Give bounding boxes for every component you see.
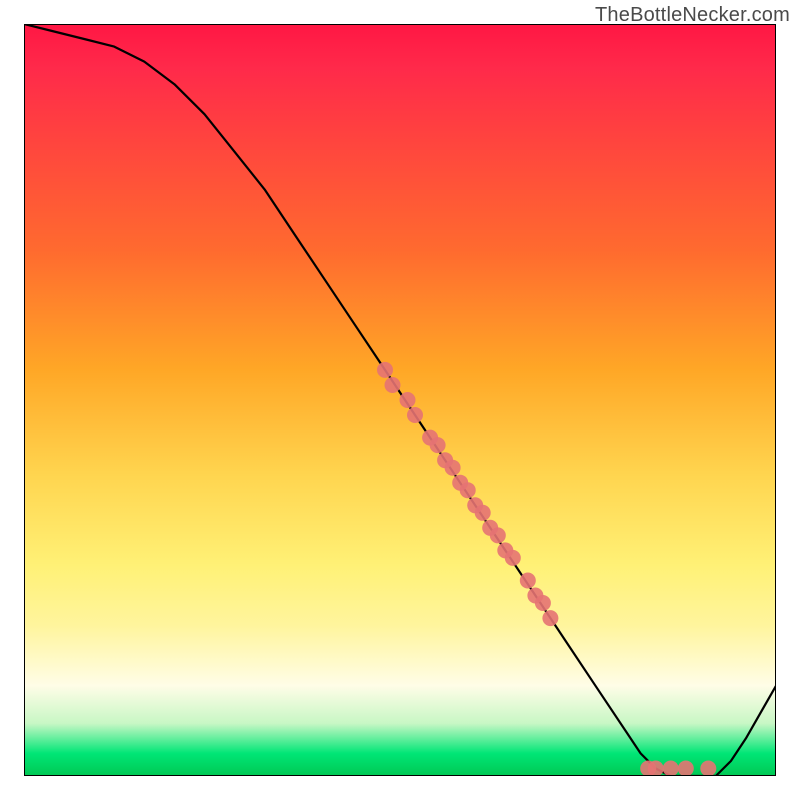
chart-stage: TheBottleNecker.com: [0, 0, 800, 800]
plot-area: [24, 24, 776, 776]
gradient-background: [24, 24, 776, 776]
